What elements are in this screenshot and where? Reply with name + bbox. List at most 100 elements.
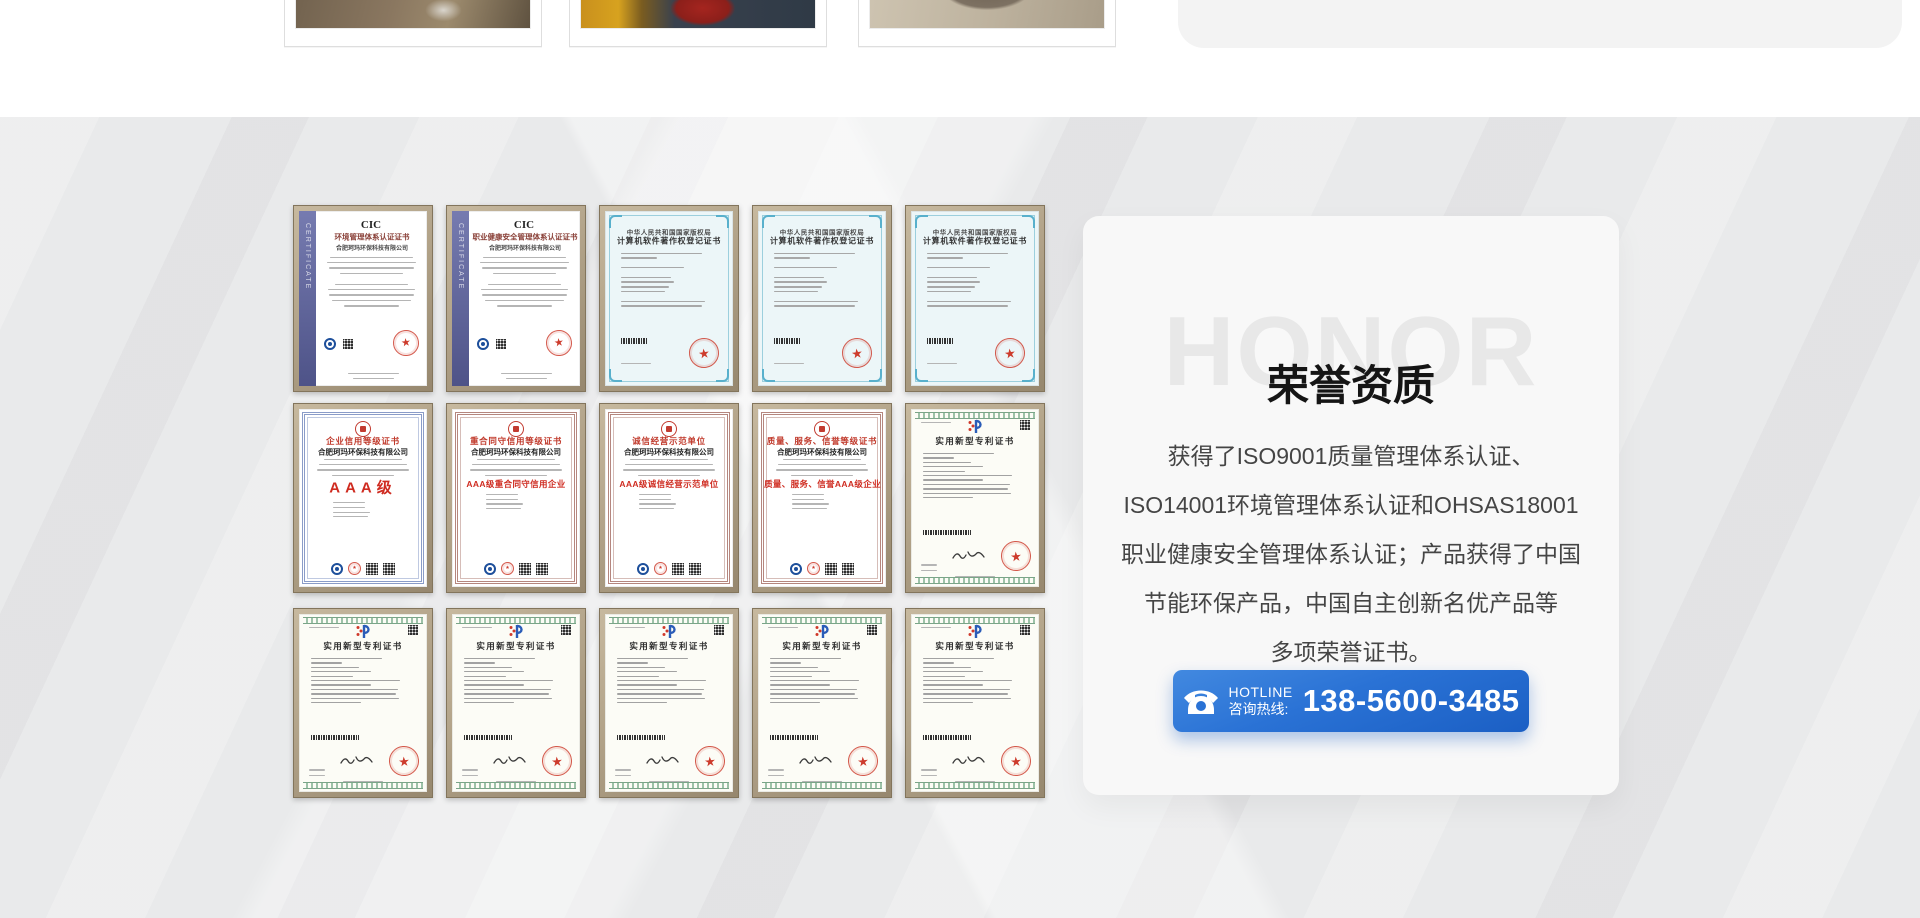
- certificate-paper: 诚信经营示范单位合肥珂玛环保科技有限公司AAA级诚信经营示范单位★: [605, 409, 733, 587]
- site-photo: [580, 0, 816, 29]
- cert-signature-row: ★: [309, 746, 419, 776]
- certificate-thumbnail[interactable]: 实用新型专利证书★: [752, 608, 892, 798]
- certificate-paper: 实用新型专利证书★: [452, 614, 580, 792]
- red-seal-icon: ★: [847, 745, 880, 778]
- cert-date-line: [333, 516, 368, 517]
- cert-body-line: [328, 289, 416, 290]
- cert-signature-labels: [615, 769, 631, 776]
- cert-body-line: [923, 658, 994, 659]
- cert-text-wrap: 实用新型专利证书: [307, 642, 419, 653]
- certificate-thumbnail[interactable]: 重合同守信用等级证书合肥珂玛环保科技有限公司AAA级重合同守信用企业★: [446, 403, 586, 593]
- cert-body-line: [311, 662, 342, 663]
- cert-body-line: [464, 702, 514, 703]
- cert-body-lines: [613, 653, 725, 704]
- red-seal-icon: ★: [694, 745, 727, 778]
- barcode-icon: [464, 735, 512, 740]
- project-photo-card[interactable]: [284, 0, 542, 47]
- cert-content: 实用新型专利证书★: [766, 624, 878, 782]
- cic-logo-dot: [328, 342, 332, 346]
- cert-body-line: [923, 484, 1010, 485]
- cert-text: 重合同守信用等级证书: [470, 437, 562, 445]
- cert-body-line: [480, 262, 570, 263]
- cert-label-line: [768, 775, 784, 776]
- credit-emblem-core: [513, 426, 519, 432]
- cert-logo-row: ★: [462, 562, 570, 575]
- certificate-thumbnail[interactable]: 企业信用等级证书合肥珂玛环保科技有限公司AAA级★: [293, 403, 433, 593]
- cert-text-wrap: CIC: [471, 219, 578, 233]
- cert-text-wrap: 合肥珂玛环保科技有限公司: [615, 448, 723, 457]
- certificate-thumbnail[interactable]: 质量、服务、信誉等级证书合肥珂玛环保科技有限公司质量、服务、信誉AAA级企业★: [752, 403, 892, 593]
- certificate-paper: 重合同守信用等级证书合肥珂玛环保科技有限公司AAA级重合同守信用企业★: [452, 409, 580, 587]
- cert-body-line: [464, 658, 535, 659]
- patent-border-top: [303, 617, 423, 624]
- content-panel-cutoff: [1178, 0, 1902, 48]
- cert-body-line: [311, 698, 399, 699]
- certificate-thumbnail[interactable]: 中华人民共和国国家版权局计算机软件著作权登记证书★: [905, 205, 1045, 392]
- cnipa-logo-icon: [354, 624, 372, 639]
- cert-footer-line: [955, 781, 995, 782]
- certificate-thumbnail[interactable]: 实用新型专利证书★: [905, 403, 1045, 593]
- cert-subtitle-line: [630, 459, 708, 460]
- credit-emblem-icon: [814, 421, 830, 437]
- cert-content: 实用新型专利证书★: [919, 624, 1031, 782]
- certificate-thumbnail[interactable]: 实用新型专利证书★: [446, 608, 586, 798]
- cert-body-line: [329, 294, 415, 295]
- cert-body-line: [340, 273, 402, 274]
- red-seal-icon: ★: [840, 336, 874, 370]
- project-photo-card[interactable]: [858, 0, 1116, 47]
- certificate-thumbnail[interactable]: 诚信经营示范单位合肥珂玛环保科技有限公司AAA级诚信经营示范单位★: [599, 403, 739, 593]
- qr-code-icon: [825, 563, 837, 575]
- cert-body-line: [311, 671, 371, 672]
- credit-emblem-core: [360, 426, 366, 432]
- cert-body-line: [923, 680, 1012, 681]
- hotline-button[interactable]: HOTLINE 咨询热线: 138-5600-3485: [1173, 670, 1529, 732]
- cert-text-wrap: 实用新型专利证书: [460, 642, 572, 653]
- certificate-thumbnail[interactable]: 中华人民共和国国家版权局计算机软件著作权登记证书★: [599, 205, 739, 392]
- site-photo: [869, 0, 1105, 29]
- certificate-thumbnail[interactable]: 中华人民共和国国家版权局计算机软件著作权登记证书★: [752, 205, 892, 392]
- cert-text-wrap: 实用新型专利证书: [613, 642, 725, 653]
- cert-text: 实用新型专利证书: [323, 642, 402, 650]
- cert-body-line: [770, 698, 858, 699]
- cic-logo-dot: [488, 567, 492, 571]
- certificate-thumbnail[interactable]: 实用新型专利证书 ★: [293, 608, 433, 798]
- signature-icon: [798, 754, 834, 772]
- cert-body-line: [923, 466, 983, 467]
- barcode-icon: [617, 735, 665, 740]
- certificate-thumbnail[interactable]: 实用新型专利证书★: [905, 608, 1045, 798]
- cert-body-line: [923, 479, 983, 480]
- cert-text: 计算机软件著作权登记证书: [923, 237, 1027, 244]
- patent-border-top: [762, 617, 882, 624]
- cert-body-line: [774, 253, 855, 254]
- cert-body-line: [464, 698, 552, 699]
- cert-footer-line: [501, 373, 552, 374]
- cert-body-line: [621, 267, 684, 268]
- cnipa-logo-icon: [966, 624, 984, 639]
- cert-body-line: [617, 658, 688, 659]
- cert-body-line: [923, 676, 965, 677]
- cert-body-line: [497, 305, 553, 306]
- certificate-thumbnail[interactable]: CERTIFICATECIC环境管理体系认证证书合肥珂玛环保科技有限公司★: [293, 205, 433, 392]
- cert-logo-row: ★: [309, 562, 417, 575]
- cert-text: 环境管理体系认证证书: [334, 233, 409, 239]
- cert-text: CIC: [514, 219, 534, 232]
- cic-logo-icon: [477, 338, 489, 350]
- cert-body-line: [464, 662, 495, 663]
- cert-text-wrap: 企业信用等级证书: [309, 437, 417, 448]
- certificate-thumbnail[interactable]: 实用新型专利证书 ★: [599, 608, 739, 798]
- cert-text: 实用新型专利证书: [935, 437, 1014, 445]
- cert-body-lines: [764, 247, 880, 307]
- cert-text: 合肥珂玛环保科技有限公司: [336, 245, 408, 249]
- hotline-label-en: HOTLINE: [1229, 684, 1293, 701]
- cert-logo-row: ★: [768, 562, 876, 575]
- cert-date-line: [792, 499, 824, 500]
- certificate-thumbnail[interactable]: CERTIFICATECIC职业健康安全管理体系认证证书合肥珂玛环保科技有限公司…: [446, 205, 586, 392]
- cert-text: 中华人民共和国国家版权局: [627, 229, 712, 233]
- cert-body-line: [464, 684, 524, 685]
- cert-body-line: [770, 684, 830, 685]
- cert-signature-labels: [462, 769, 478, 776]
- cert-signature-labels: [309, 769, 325, 776]
- cert-text-wrap: 合肥珂玛环保科技有限公司: [309, 448, 417, 457]
- project-photo-card[interactable]: [569, 0, 827, 47]
- cert-text-wrap: 实用新型专利证书: [919, 642, 1031, 653]
